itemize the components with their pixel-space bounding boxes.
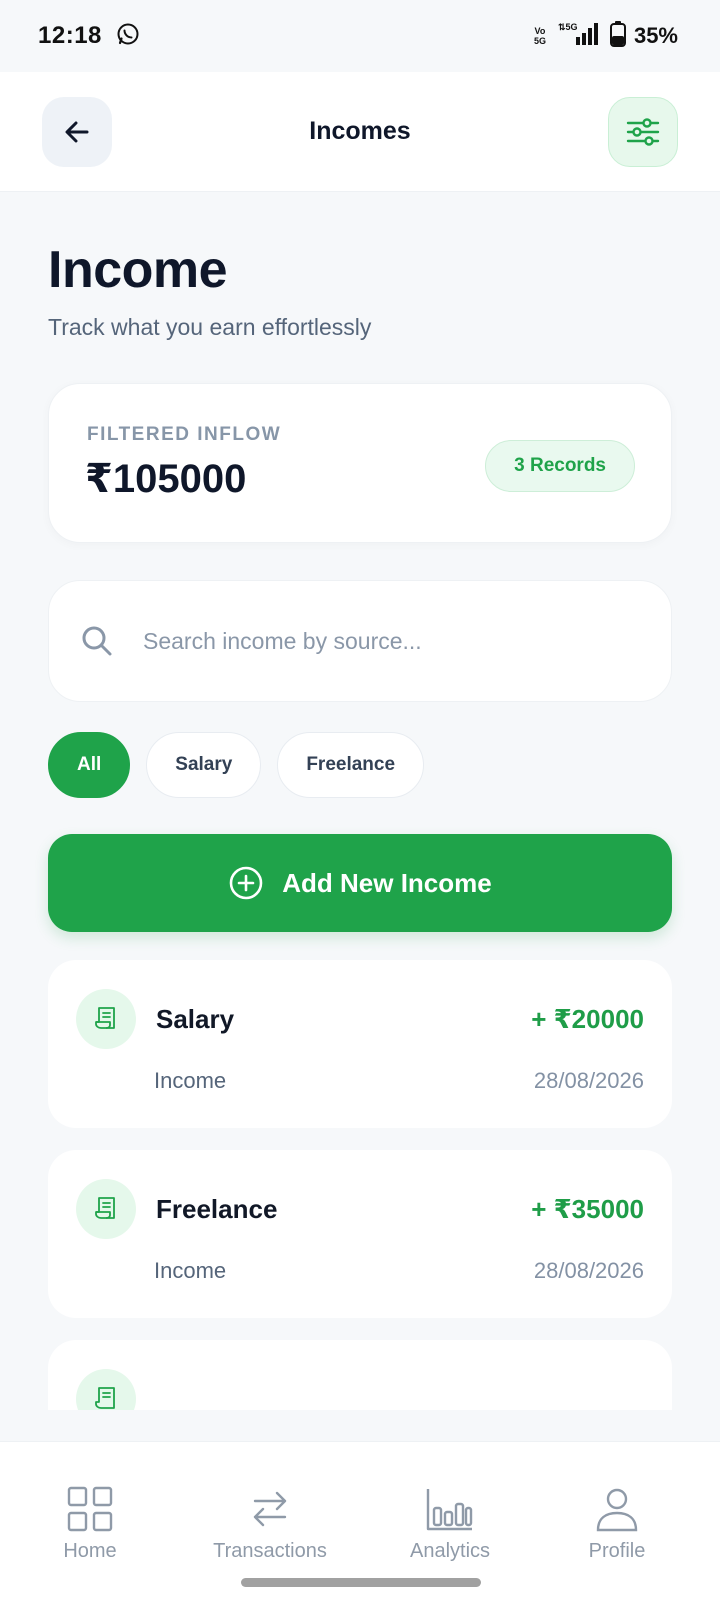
nav-home-label: Home (63, 1540, 117, 1562)
bar-chart-icon (426, 1489, 473, 1531)
volte-indicator: Vo 5G (533, 26, 546, 46)
battery-percentage: 35% (633, 23, 678, 48)
chip-freelance[interactable]: Freelance (277, 732, 425, 798)
sliders-icon (626, 117, 660, 146)
income-amount: + ₹35000 (531, 1194, 644, 1224)
income-type: Income (154, 1068, 227, 1093)
chip-all[interactable]: All (48, 732, 131, 798)
income-name: Salary (156, 1004, 235, 1034)
search-icon (82, 626, 112, 656)
search-input[interactable] (143, 627, 623, 655)
app-bar: Incomes (0, 72, 720, 192)
nav-transactions-label: Transactions (213, 1540, 327, 1562)
income-item-salary[interactable]: Salary + ₹20000 Income 28/08/2026 (48, 960, 672, 1128)
arrow-left-icon (65, 121, 89, 142)
summary-amount: ₹105000 (85, 457, 247, 501)
add-income-button[interactable]: Add New Income (48, 834, 672, 932)
status-left: 12:18 (38, 22, 140, 51)
nav-analytics[interactable]: Analytics (370, 1486, 530, 1563)
bottom-nav: Home Transactions Analytics Profile (0, 1441, 720, 1600)
status-time: 12:18 (38, 22, 102, 49)
nav-profile-label: Profile (588, 1540, 646, 1562)
plus-circle-icon (229, 866, 263, 900)
swap-arrows-icon (253, 1491, 287, 1527)
app-bar-title: Incomes (309, 117, 411, 145)
income-list: Salary + ₹20000 Income 28/08/2026 Freela… (0, 960, 720, 1410)
income-item-partial[interactable] (48, 1340, 672, 1410)
income-date: 28/08/2026 (533, 1258, 644, 1283)
home-indicator[interactable] (241, 1578, 481, 1587)
nav-transactions[interactable]: Transactions (190, 1486, 350, 1563)
summary-label: FILTERED INFLOW (87, 424, 282, 445)
add-income-label: Add New Income (282, 867, 492, 898)
whatsapp-icon (116, 22, 140, 51)
back-button[interactable] (42, 96, 112, 167)
page-title: Income (48, 241, 228, 299)
summary-card: FILTERED INFLOW ₹105000 3 Records (48, 383, 672, 543)
status-bar: 12:18 Vo 5G ⇅5G 35% (0, 0, 720, 72)
filter-button[interactable] (608, 96, 678, 167)
receipt-icon (76, 989, 136, 1049)
nav-analytics-label: Analytics (409, 1540, 491, 1562)
grid-icon (67, 1486, 113, 1532)
nav-home[interactable]: Home (10, 1486, 170, 1563)
receipt-icon (76, 1369, 136, 1410)
income-item-freelance[interactable]: Freelance + ₹35000 Income 28/08/2026 (48, 1150, 672, 1318)
records-badge: 3 Records (485, 440, 635, 492)
income-name: Freelance (156, 1194, 278, 1224)
receipt-icon (76, 1179, 136, 1239)
page-subtitle: Track what you earn effortlessly (48, 314, 372, 340)
chip-salary[interactable]: Salary (146, 732, 262, 798)
status-right: Vo 5G ⇅5G 35% (533, 20, 678, 52)
income-date: 28/08/2026 (533, 1068, 644, 1093)
filter-chips: All Salary Freelance (48, 732, 425, 798)
income-amount: + ₹20000 (531, 1004, 644, 1034)
search-box[interactable] (48, 580, 672, 702)
income-type: Income (154, 1258, 227, 1283)
signal-icon: ⇅5G (554, 21, 602, 52)
battery-icon (609, 20, 626, 52)
user-icon (596, 1488, 638, 1532)
svg-text:⇅5G: ⇅5G (558, 22, 578, 32)
nav-profile[interactable]: Profile (537, 1486, 697, 1563)
